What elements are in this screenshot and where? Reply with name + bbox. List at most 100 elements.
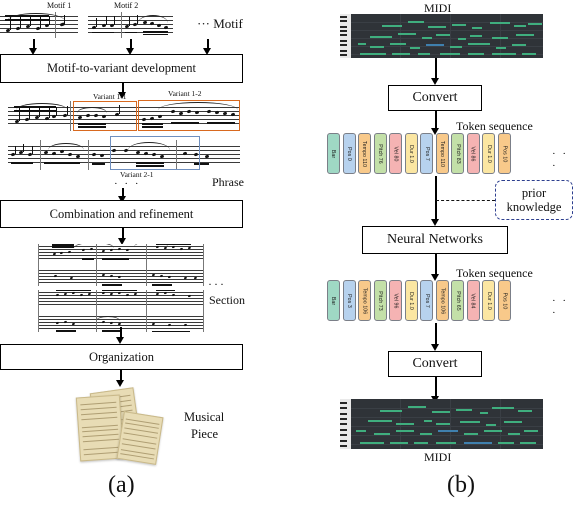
token-top-11[interactable]: Pos 10 xyxy=(497,133,511,174)
token-top-10[interactable]: Dur 1.0 xyxy=(482,133,495,174)
piano-keyboard-bottom xyxy=(340,399,351,449)
token-top-4[interactable]: Vel 80 xyxy=(389,133,402,174)
token-bottom-5-label: Dur 1.0 xyxy=(408,291,414,310)
token-bottom-7[interactable]: Tempo 106 xyxy=(435,280,449,321)
section-level-label: Section xyxy=(209,293,245,307)
token-top-8[interactable]: Pitch 83 xyxy=(451,133,464,174)
token-bottom-11-label: Pos 10 xyxy=(501,292,508,309)
motif-1-label: Motif 1 xyxy=(47,1,72,10)
prior-knowledge-line1: prior xyxy=(521,186,547,200)
token-top-6[interactable]: Pos 7 xyxy=(420,133,433,174)
section-ellipsis: ··· xyxy=(208,277,226,291)
token-bottom-8[interactable]: Pitch 65 xyxy=(451,280,464,321)
token-bottom-1[interactable]: Pos 3 xyxy=(342,280,356,321)
arrow-tokens-to-convert-bottom-head xyxy=(430,344,439,351)
phrase-ellipsis: · · · xyxy=(114,178,141,190)
token-bottom-0[interactable]: Bar xyxy=(327,280,340,321)
token-sequence-bottom: Bar Pos 3 Tempo 106 Pitch 73 Vel 96 Dur 1.0 Po… xyxy=(327,280,513,321)
token-top-8-label: Pitch 83 xyxy=(454,143,461,164)
token-top-5-label: Dur 1.0 xyxy=(408,144,414,163)
token-top-3[interactable]: Pitch 76 xyxy=(373,133,387,174)
token-top-11-label: Pos 10 xyxy=(501,145,508,162)
token-bottom-5[interactable]: Dur 1.0 xyxy=(404,280,418,321)
arrow-midi-to-convert-top-head xyxy=(430,78,439,85)
token-top-0-label: Bar xyxy=(330,149,337,158)
motif-to-variant-development-box: Motif-to-variant development xyxy=(0,54,243,83)
motif-level-label: ··· Motif xyxy=(197,16,243,31)
midi-bottom-label: MIDI xyxy=(424,450,452,464)
convert-box-top: Convert xyxy=(388,85,482,111)
token-top-4-label: Vel 80 xyxy=(392,145,399,162)
token-bottom-3-label: Pitch 73 xyxy=(377,290,384,311)
token-sequence-bottom-ellipsis: · · · xyxy=(552,295,569,319)
midi-piano-roll-bottom xyxy=(340,399,543,449)
token-bottom-1-label: Pos 3 xyxy=(346,293,353,308)
token-bottom-4[interactable]: Vel 96 xyxy=(389,280,402,321)
token-top-0[interactable]: Bar xyxy=(327,133,340,174)
token-bottom-4-label: Vel 96 xyxy=(392,292,399,309)
figure-root: Motif 1 Motif 2 ··· Motif Motif-to-varia… xyxy=(0,0,576,508)
token-top-5[interactable]: Dur 1.0 xyxy=(404,133,418,174)
arrow-tokens-to-nn xyxy=(435,176,437,220)
token-top-1-label: Pos 0 xyxy=(346,146,353,161)
midi-piano-roll-top xyxy=(340,14,543,58)
organization-box: Organization xyxy=(0,344,243,370)
variant-1-1-highlight xyxy=(73,101,137,131)
convert-box-bottom: Convert xyxy=(388,351,482,377)
token-top-9-label: Vel 86 xyxy=(470,145,476,162)
token-top-6-label: Pos 7 xyxy=(423,146,430,161)
variant-2-1-highlight xyxy=(110,136,200,170)
token-bottom-2[interactable]: Tempo 106 xyxy=(358,280,371,321)
neural-networks-box: Neural Networks xyxy=(362,226,508,254)
token-bottom-0-label: Bar xyxy=(330,296,337,305)
token-bottom-9-label: Vel 84 xyxy=(470,292,476,309)
piano-keyboard-top xyxy=(340,14,351,58)
token-bottom-11[interactable]: Pos 10 xyxy=(497,280,511,321)
token-top-1[interactable]: Pos 0 xyxy=(342,133,356,174)
token-bottom-3[interactable]: Pitch 73 xyxy=(373,280,387,321)
token-bottom-6[interactable]: Pos 7 xyxy=(420,280,433,321)
token-sequence-label-top: Token sequence xyxy=(456,119,533,133)
token-top-10-label: Dur 1.0 xyxy=(485,144,492,163)
token-top-7-label: Tempo 110 xyxy=(439,140,445,167)
variant-1-1-label: Variant 1-1 xyxy=(93,92,127,101)
combination-and-refinement-box: Combination and refinement xyxy=(0,200,243,228)
prior-knowledge-line2: knowledge xyxy=(506,200,562,214)
variant-1-2-label: Variant 1-2 xyxy=(168,89,202,98)
token-bottom-9[interactable]: Vel 84 xyxy=(466,280,480,321)
arrow-tokens-to-convert-bottom xyxy=(435,323,437,345)
token-bottom-10-label: Dur 1.0 xyxy=(485,291,492,310)
token-top-9[interactable]: Vel 86 xyxy=(466,133,480,174)
panel-b-letter: (b) xyxy=(447,472,475,498)
arrow-convert-to-midi-bottom xyxy=(435,377,437,398)
token-sequence-label-bottom: Token sequence xyxy=(456,266,533,280)
token-sequence-top-ellipsis: · · · xyxy=(552,148,569,172)
token-sequence-top: Bar Pos 0 Tempo 110 Pitch 76 Vel 80 Dur 1.0 Po… xyxy=(327,133,513,174)
arrow-tokens-to-nn-head xyxy=(430,219,439,226)
token-top-2[interactable]: Tempo 110 xyxy=(358,133,371,174)
motif-2-label: Motif 2 xyxy=(114,1,139,10)
variant-1-2-highlight xyxy=(138,100,240,131)
motif-1-staff xyxy=(0,12,78,38)
motif-2-staff xyxy=(88,12,173,38)
phrase-level-label: Phrase xyxy=(212,175,244,189)
prior-knowledge-connector xyxy=(436,200,495,201)
token-bottom-7-label: Tempo 106 xyxy=(439,287,446,314)
arrow-midi-to-convert-top xyxy=(435,58,437,79)
token-top-7[interactable]: Tempo 110 xyxy=(435,133,449,174)
arrow-nn-to-tokens xyxy=(435,254,437,276)
token-top-2-label: Tempo 110 xyxy=(361,140,368,167)
section-system-1 xyxy=(38,244,204,286)
token-bottom-8-label: Pitch 65 xyxy=(454,290,461,311)
token-bottom-6-label: Pos 7 xyxy=(423,293,430,308)
token-top-3-label: Pitch 76 xyxy=(377,143,384,164)
section-system-2 xyxy=(38,290,204,332)
panel-a-letter: (a) xyxy=(108,472,135,498)
token-bottom-10[interactable]: Dur 1.0 xyxy=(482,280,495,321)
musical-piece-label-line2: Piece xyxy=(191,427,219,441)
musical-piece-illustration xyxy=(72,386,172,465)
arrow-stage3-in-head xyxy=(115,337,124,344)
musical-piece-label-line1: Musical xyxy=(184,410,225,424)
prior-knowledge-box: prior knowledge xyxy=(495,180,573,220)
token-bottom-2-label: Tempo 106 xyxy=(361,287,368,314)
